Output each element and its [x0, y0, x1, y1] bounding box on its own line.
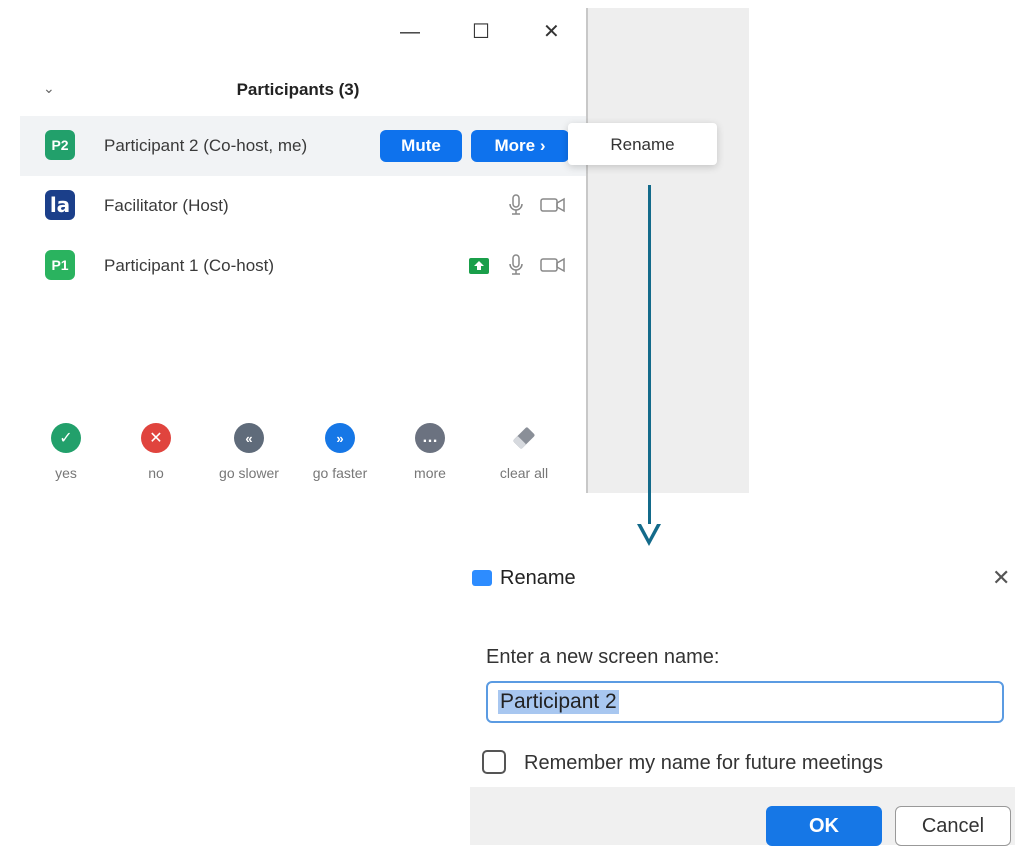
- arrow-connector: [648, 185, 651, 525]
- fast-forward-icon: »: [325, 423, 355, 453]
- microphone-icon[interactable]: [508, 194, 524, 221]
- avatar: P2: [45, 130, 75, 160]
- reaction-clear-all-button[interactable]: clear all: [484, 423, 564, 481]
- reaction-label: go slower: [219, 465, 279, 481]
- close-icon[interactable]: ✕: [543, 22, 560, 42]
- mute-button[interactable]: Mute: [380, 130, 462, 162]
- background-strip: [586, 8, 749, 493]
- remember-name-checkbox[interactable]: [482, 750, 506, 774]
- reaction-no-button[interactable]: ✕ no: [116, 423, 196, 481]
- participant-row-p2[interactable]: P2 Participant 2 (Co-host, me) Mute More…: [20, 116, 586, 176]
- minimize-icon[interactable]: —: [400, 22, 420, 42]
- dialog-footer: OK Cancel: [470, 787, 1015, 846]
- reaction-go-faster-button[interactable]: » go faster: [300, 423, 380, 481]
- participant-name: Facilitator (Host): [104, 196, 229, 215]
- rewind-icon: «: [234, 423, 264, 453]
- participants-panel: — ☐ ✕ ⌄ Participants (3) P2 Participant …: [10, 8, 586, 493]
- close-icon: ✕: [141, 423, 171, 453]
- video-camera-icon[interactable]: [540, 197, 566, 218]
- close-icon[interactable]: ✕: [992, 565, 1010, 591]
- participant-name: Participant 1 (Co-host): [104, 256, 275, 275]
- avatar: P1: [45, 250, 75, 280]
- reaction-more-button[interactable]: … more: [390, 423, 470, 481]
- screen-name-label: Enter a new screen name:: [486, 646, 720, 668]
- zoom-logo-icon: [472, 570, 492, 586]
- reaction-label: yes: [55, 465, 77, 481]
- more-button[interactable]: More ›: [471, 130, 569, 162]
- maximize-icon[interactable]: ☐: [472, 22, 490, 42]
- participant-name: Participant 2 (Co-host, me): [104, 136, 308, 155]
- eraser-icon: [509, 423, 539, 453]
- check-icon: ✓: [51, 423, 81, 453]
- reaction-go-slower-button[interactable]: « go slower: [209, 423, 289, 481]
- reaction-label: go faster: [312, 465, 368, 481]
- avatar: la: [45, 190, 75, 220]
- microphone-icon[interactable]: [508, 254, 524, 281]
- ellipsis-icon: …: [415, 423, 445, 453]
- share-screen-icon: [469, 258, 489, 279]
- participant-row-p1[interactable]: P1 Participant 1 (Co-host): [20, 236, 586, 296]
- participants-title: Participants (3): [236, 80, 360, 99]
- reaction-label: clear all: [499, 465, 549, 481]
- input-value: Participant 2: [498, 690, 619, 714]
- arrow-head-inner: [641, 524, 657, 539]
- rename-menu[interactable]: Rename: [568, 123, 717, 165]
- dialog-title: Rename: [500, 567, 576, 589]
- screen-name-input[interactable]: Participant 2: [486, 681, 1004, 723]
- rename-menu-item[interactable]: Rename: [568, 135, 717, 155]
- video-camera-icon[interactable]: [540, 257, 566, 278]
- cancel-button[interactable]: Cancel: [895, 806, 1011, 846]
- reaction-yes-button[interactable]: ✓ yes: [26, 423, 106, 481]
- ok-button[interactable]: OK: [766, 806, 882, 846]
- remember-name-label[interactable]: Remember my name for future meetings: [524, 752, 883, 775]
- reaction-label: no: [148, 465, 164, 481]
- rename-dialog: Rename ✕ Enter a new screen name: Partic…: [470, 557, 1015, 846]
- participant-row-facilitator[interactable]: la Facilitator (Host): [20, 176, 586, 236]
- reaction-label: more: [414, 465, 446, 481]
